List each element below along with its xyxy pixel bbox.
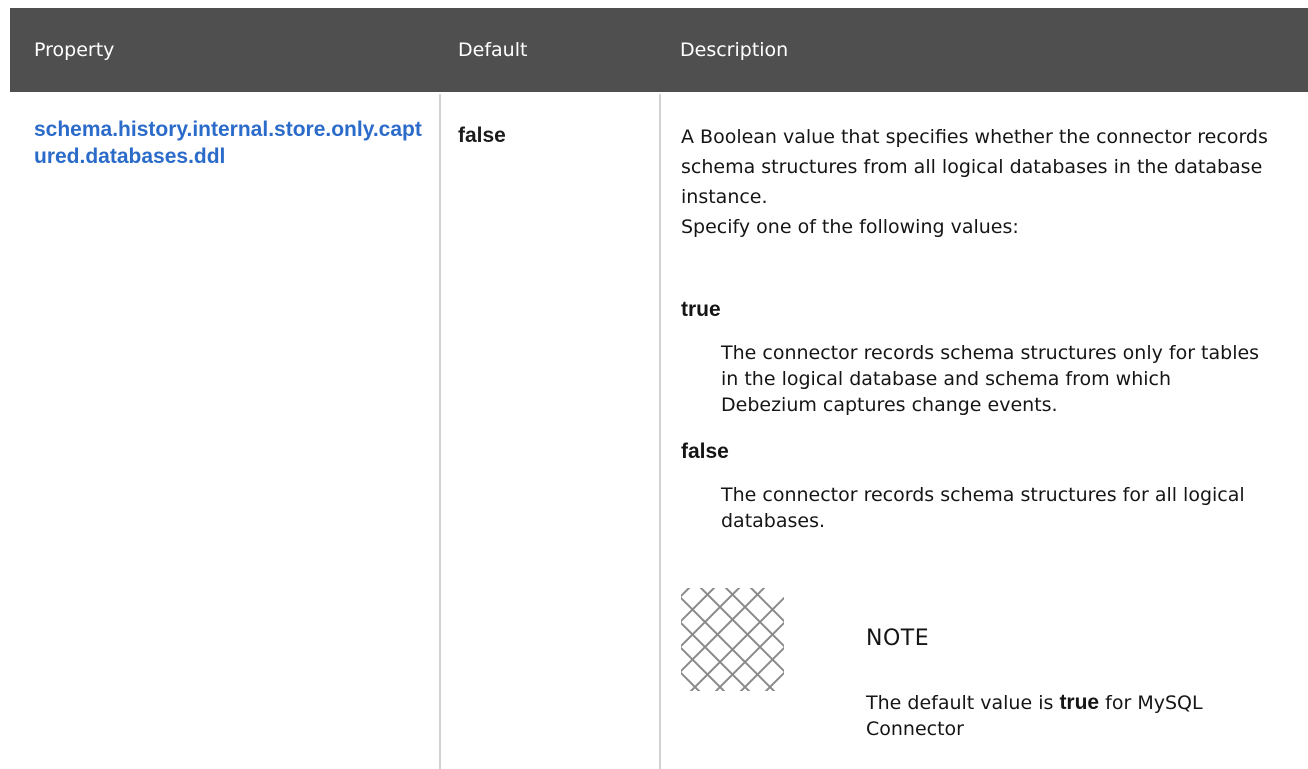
property-name-link[interactable]: schema.history.internal.store.only.captu… bbox=[34, 116, 426, 170]
note-title: NOTE bbox=[866, 626, 930, 651]
header-description: Description bbox=[680, 39, 789, 61]
option-definition-true: The connector records schema structures … bbox=[721, 342, 1260, 416]
option-definition-false: The connector records schema structures … bbox=[721, 484, 1245, 532]
note-text: The default value is true for MySQL Conn… bbox=[866, 690, 1286, 742]
column-divider bbox=[439, 94, 441, 769]
default-value: false bbox=[458, 124, 506, 147]
description-text: A Boolean value that specifies whether t… bbox=[681, 122, 1281, 242]
table-header: Property Default Description bbox=[10, 8, 1308, 92]
note-icon bbox=[681, 588, 784, 691]
option-term-false: false bbox=[681, 440, 729, 463]
header-default: Default bbox=[458, 39, 528, 61]
header-property: Property bbox=[34, 39, 115, 61]
properties-table: Property Default Description schema.hist… bbox=[0, 0, 1308, 769]
description-line: A Boolean value that specifies whether t… bbox=[681, 126, 1268, 208]
note-bold-value: true bbox=[1059, 691, 1100, 714]
column-divider bbox=[659, 94, 661, 769]
note-text-part: The default value is bbox=[866, 692, 1060, 714]
description-line: Specify one of the following values: bbox=[681, 216, 1019, 238]
option-term-true: true bbox=[681, 298, 721, 321]
